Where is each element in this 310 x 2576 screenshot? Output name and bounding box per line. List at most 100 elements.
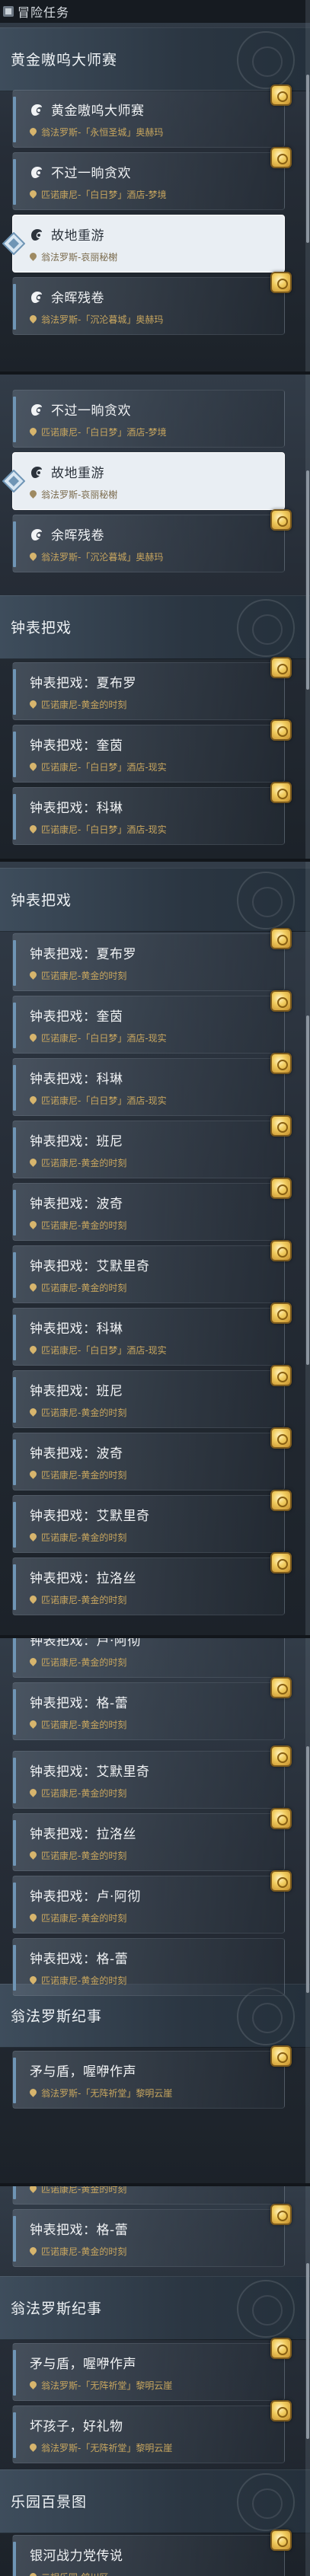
quest-item[interactable]: 钟表把戏：夏布罗匹诺康尼-黄金的时刻 (12, 657, 292, 720)
quest-item[interactable]: 钟表把戏：拉洛丝 匹诺康尼-黄金的时刻 (12, 1552, 292, 1615)
quest-item[interactable]: 钟表把戏：卢·阿彻匹诺康尼-黄金的时刻 (12, 2185, 285, 2205)
reward-chest-icon[interactable] (270, 1427, 292, 1449)
quest-location: 翁法罗斯-哀丽秘榭 (30, 488, 117, 501)
quest-item[interactable]: 钟表把戏：波奇 匹诺康尼-黄金的时刻 (12, 1427, 292, 1490)
quest-location-text: 匹诺康尼-黄金的时刻 (41, 1913, 127, 1924)
category-header[interactable]: 翁法罗斯纪事 (0, 2276, 310, 2340)
category-emblem-icon (237, 872, 295, 929)
location-pin-icon (30, 490, 37, 499)
category-header[interactable]: 乐园百景图 (0, 2469, 310, 2533)
scrollbar-thumb[interactable] (306, 75, 309, 243)
quest-item[interactable]: 钟表把戏：卢·阿彻匹诺康尼-黄金的时刻 (12, 1870, 292, 1934)
quest-item[interactable]: 矛与盾，喔咿作声 翁法罗斯-「无阵祈堂」黎明云崖 (12, 2338, 292, 2401)
scrollbar-thumb[interactable] (306, 2263, 309, 2439)
quest-item[interactable]: 钟表把戏：格-蕾 匹诺康尼-黄金的时刻 (12, 1677, 292, 1740)
reward-chest-icon[interactable] (270, 1490, 292, 1511)
location-pin-icon (30, 1346, 37, 1355)
quest-item[interactable]: 故地重游 翁法罗斯-哀丽秘榭 (2, 452, 285, 510)
scrollbar-thumb[interactable] (306, 470, 309, 690)
reward-chest-icon[interactable] (270, 928, 292, 949)
quest-location-text: 匹诺康尼-「白日梦」酒店-现实 (41, 1095, 167, 1106)
quest-accent-bar (13, 1190, 16, 1235)
quest-item[interactable]: 钟表把戏：格-蕾 匹诺康尼-黄金的时刻 (12, 2204, 292, 2267)
quest-item[interactable]: 钟表把戏：夏布罗 匹诺康尼-黄金的时刻 (12, 928, 292, 991)
quest-item[interactable]: 坏孩子，好礼物 翁法罗斯-「无阵祈堂」黎明云崖 (12, 2400, 292, 2463)
reward-chest-icon[interactable] (270, 782, 292, 803)
reward-chest-icon[interactable] (270, 1745, 292, 1767)
quest-location: 匹诺康尼-黄金的时刻 (30, 1787, 126, 1800)
reward-chest-icon[interactable] (270, 990, 292, 1012)
reward-chest-icon[interactable] (270, 2338, 292, 2359)
quest-item[interactable]: 钟表把戏：拉洛丝 匹诺康尼-黄金的时刻 (12, 1808, 292, 1871)
quest-accent-bar (13, 1127, 16, 1173)
reward-chest-icon[interactable] (270, 272, 292, 293)
quest-item[interactable]: 钟表把戏：卢·阿彻匹诺康尼-黄金的时刻 (12, 1637, 285, 1678)
quest-location-text: 匹诺康尼-黄金的时刻 (41, 1851, 127, 1861)
quest-item[interactable]: 不过一晌贪欢 匹诺康尼-「白日梦」酒店-梦境 (12, 390, 285, 448)
reward-chest-icon[interactable] (270, 2204, 292, 2225)
quest-item[interactable]: 余晖残卷 翁法罗斯-「沉沦暮城」奥赫玛 (12, 509, 292, 572)
location-pin-icon (30, 825, 37, 834)
reward-chest-icon[interactable] (270, 719, 292, 741)
quest-item[interactable]: 余晖残卷 翁法罗斯-「沉沦暮城」奥赫玛 (12, 272, 292, 335)
reward-chest-icon[interactable] (270, 1053, 292, 1074)
scrollbar-thumb[interactable] (306, 1015, 309, 1365)
quest-title: 矛与盾，喔咿作声 (30, 2064, 136, 2080)
quest-item[interactable]: 钟表把戏：科琳 匹诺康尼-「白日梦」酒店-现实 (12, 782, 292, 845)
quest-item[interactable]: 不过一晌贪欢 匹诺康尼-「白日梦」酒店-梦境 (12, 147, 292, 210)
reward-chest-icon[interactable] (270, 1365, 292, 1386)
quest-item[interactable]: 黄金嗷呜大师赛 翁法罗斯-「永恒圣城」奥赫玛 (12, 84, 292, 148)
quest-location-text: 翁法罗斯-「无阵祈堂」黎明云崖 (41, 2443, 173, 2453)
reward-chest-icon[interactable] (270, 1115, 292, 1137)
reward-chest-icon[interactable] (270, 509, 292, 531)
quest-item[interactable]: 钟表把戏：艾默里奇 匹诺康尼-黄金的时刻 (12, 1745, 292, 1809)
category-header[interactable]: 钟表把戏 (0, 868, 310, 932)
reward-chest-icon[interactable] (270, 1240, 292, 1261)
reward-chest-icon[interactable] (270, 2400, 292, 2421)
location-pin-icon (30, 1221, 37, 1230)
scrollbar-thumb[interactable] (306, 1746, 309, 1993)
quest-location: 匹诺康尼-黄金的时刻 (30, 1219, 126, 1232)
quest-location-text: 翁法罗斯-哀丽秘榭 (41, 252, 118, 263)
quest-item[interactable]: 钟表把戏：奎茵 匹诺康尼-「白日梦」酒店-现实 (12, 719, 292, 783)
reward-chest-icon[interactable] (270, 2530, 292, 2551)
quest-item[interactable]: 钟表把戏：班尼 匹诺康尼-黄金的时刻 (12, 1115, 292, 1178)
reward-chest-icon[interactable] (270, 1808, 292, 1829)
category-header[interactable]: 黄金嗷呜大师赛 (0, 27, 310, 91)
quest-item[interactable]: 钟表把戏：波奇 匹诺康尼-黄金的时刻 (12, 1178, 292, 1241)
quest-item[interactable]: 矛与盾，喔咿作声 翁法罗斯-「无阵祈堂」黎明云崖 (12, 2045, 292, 2109)
reward-chest-icon[interactable] (270, 84, 292, 106)
reward-chest-icon[interactable] (270, 1552, 292, 1573)
location-pin-icon (30, 763, 37, 772)
quest-item[interactable]: 钟表把戏：格-蕾 匹诺康尼-黄金的时刻 (12, 1938, 285, 1996)
quest-item[interactable]: 银河战力党传说二相乐园-鸽川区 (12, 2530, 292, 2576)
quest-item[interactable]: 钟表把戏：科琳 匹诺康尼-「白日梦」酒店-现实 (12, 1302, 292, 1366)
reward-chest-icon[interactable] (270, 147, 292, 168)
category-header[interactable]: 钟表把戏 (0, 595, 310, 659)
quest-title: 钟表把戏：夏布罗 (30, 676, 136, 691)
reward-chest-icon[interactable] (270, 1302, 292, 1324)
quest-item[interactable]: 钟表把戏：艾默里奇 匹诺康尼-黄金的时刻 (12, 1240, 292, 1303)
location-pin-icon (30, 253, 37, 262)
reward-chest-icon[interactable] (270, 2045, 292, 2067)
reward-chest-icon[interactable] (270, 1178, 292, 1199)
quest-item[interactable]: 钟表把戏：奎茵 匹诺康尼-「白日梦」酒店-现实 (12, 990, 292, 1054)
reward-chest-icon[interactable] (270, 1677, 292, 1698)
quest-item[interactable]: 故地重游 翁法罗斯-哀丽秘榭 (2, 215, 285, 273)
quest-location-text: 匹诺康尼-黄金的时刻 (41, 700, 127, 710)
quest-location-text: 翁法罗斯-「沉沦暮城」奥赫玛 (41, 314, 164, 325)
quest-accent-bar (13, 397, 16, 442)
quest-location: 匹诺康尼-黄金的时刻 (30, 969, 126, 982)
reward-chest-icon[interactable] (270, 1870, 292, 1892)
category-title: 钟表把戏 (11, 620, 72, 636)
quest-location: 匹诺康尼-「白日梦」酒店-现实 (30, 823, 167, 836)
location-pin-icon (30, 1720, 37, 1730)
quest-location-text: 匹诺康尼-黄金的时刻 (41, 2185, 127, 2195)
reward-chest-icon[interactable] (270, 657, 292, 678)
quest-item[interactable]: 钟表把戏：科琳 匹诺康尼-「白日梦」酒店-现实 (12, 1053, 292, 1116)
quest-location-text: 匹诺康尼-黄金的时刻 (41, 2246, 127, 2257)
quest-type-icon (28, 226, 45, 243)
quest-item[interactable]: 钟表把戏：班尼 匹诺康尼-黄金的时刻 (12, 1365, 292, 1428)
quest-item[interactable]: 钟表把戏：艾默里奇 匹诺康尼-黄金的时刻 (12, 1490, 292, 1553)
quest-accent-bar (13, 1377, 16, 1423)
